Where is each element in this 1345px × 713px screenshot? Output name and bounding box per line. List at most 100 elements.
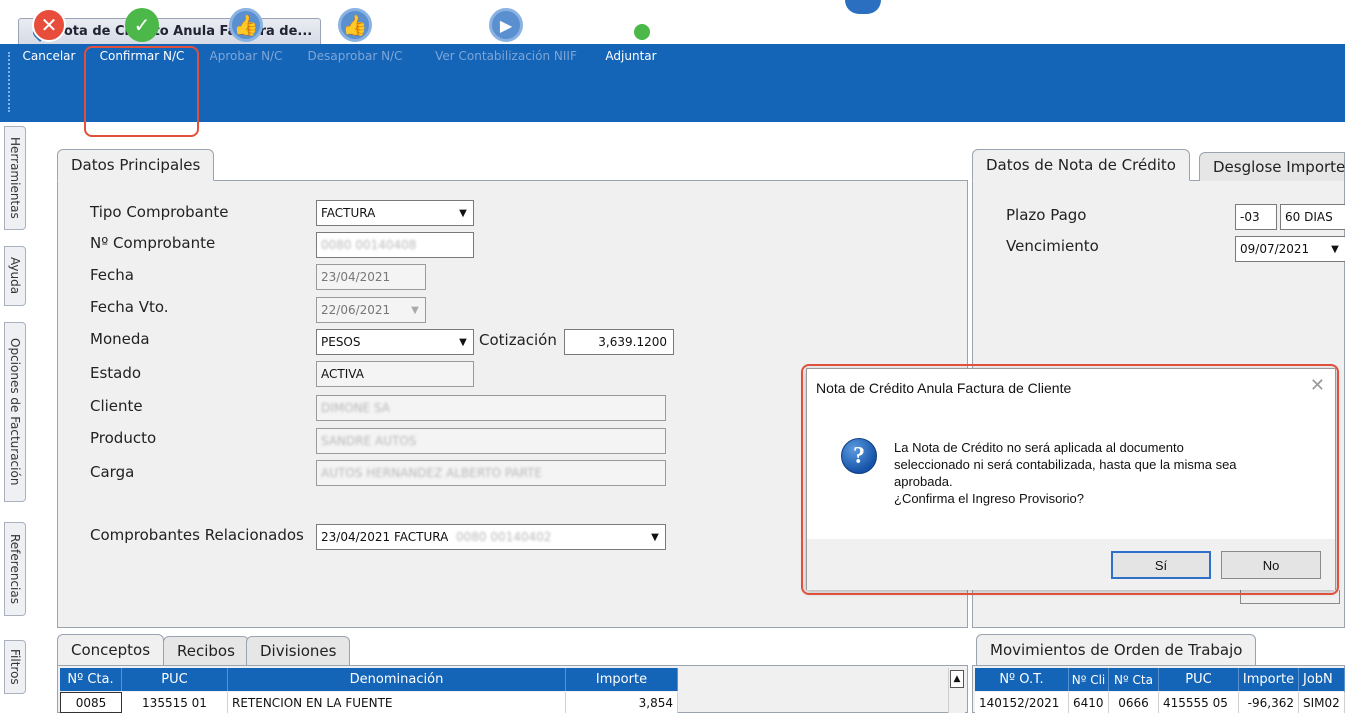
table-cell[interactable]: 415555 05	[1159, 692, 1239, 713]
play-icon: ▶	[489, 8, 523, 42]
approve-nc-label: Aprobar N/C	[209, 49, 283, 63]
tab-label: Datos de Nota de Crédito	[986, 156, 1176, 174]
table-cell[interactable]: 140152/2021	[975, 692, 1069, 713]
toolbar-grip[interactable]	[8, 52, 12, 112]
side-tab-herramientas[interactable]: Herramientas	[4, 126, 26, 230]
grid-scrollbar[interactable]: ▲	[948, 668, 965, 713]
field-value: PESOS	[321, 335, 361, 349]
tab-movimientos-orden-trabajo[interactable]: Movimientos de Orden de Trabajo	[976, 634, 1257, 666]
field-value: ACTIVA	[321, 367, 364, 381]
field-value: 23/04/2021 FACTURA	[321, 530, 449, 544]
producto-field: SANDRE AUTOS	[316, 428, 666, 454]
side-tab-label: Ayuda	[8, 257, 22, 295]
label-comprobantes-relacionados: Comprobantes Relacionados	[90, 526, 304, 544]
tab-label: Conceptos	[71, 641, 151, 659]
field-value: SANDRE AUTOS	[321, 434, 417, 448]
chevron-down-icon: ▼	[411, 304, 419, 316]
table-cell[interactable]: -96,362	[1239, 692, 1299, 713]
tab-datos-principales[interactable]: Datos Principales	[57, 149, 215, 181]
cancel-label: Cancelar	[22, 49, 76, 63]
field-value: 0080 00140408	[321, 238, 417, 252]
label-tipo-comprobante: Tipo Comprobante	[90, 203, 229, 221]
highlight-frame	[801, 364, 1339, 595]
nro-comprobante-field[interactable]: 0080 00140408	[316, 232, 474, 258]
side-tab-label: Herramientas	[8, 137, 22, 219]
scroll-up-icon[interactable]: ▲	[950, 670, 964, 688]
field-value: AUTOS HERNANDEZ ALBERTO PARTE	[321, 466, 542, 480]
disapprove-nc-label: Desaprobar N/C	[307, 49, 403, 63]
field-value: DIMONE SA	[321, 401, 390, 415]
table-cell[interactable]: RETENCION EN LA FUENTE	[228, 692, 566, 713]
side-tab-opciones-facturacion[interactable]: Opciones de Facturación	[4, 322, 26, 502]
decorative-shape	[845, 0, 881, 14]
table-cell[interactable]: 0666	[1109, 692, 1159, 713]
chevron-down-icon: ▼	[459, 207, 467, 219]
tipo-comprobante-select[interactable]: FACTURA ▼	[316, 200, 474, 226]
side-tab-filtros[interactable]: Filtros	[4, 640, 26, 694]
col-header-puc[interactable]: PUC	[122, 668, 228, 691]
cancel-button[interactable]: ✕ Cancelar	[14, 0, 84, 78]
attach-document-icon	[618, 8, 650, 42]
cotizacion-field[interactable]: 3,639.1200	[564, 329, 674, 355]
table-cell[interactable]: SIM02	[1299, 692, 1345, 713]
plazo-pago-code-field[interactable]: -03	[1235, 204, 1277, 230]
tab-label: Recibos	[177, 642, 235, 660]
side-tab-referencias[interactable]: Referencias	[4, 522, 26, 616]
label-plazo-pago: Plazo Pago	[1006, 206, 1087, 224]
cliente-field: DIMONE SA	[316, 395, 666, 421]
tab-desglose-importe[interactable]: Desglose Importe	[1199, 152, 1345, 181]
check-icon: ✓	[125, 8, 159, 42]
col-header-jobn[interactable]: JobN	[1299, 668, 1345, 691]
highlight-frame	[84, 46, 199, 137]
side-tab-label: Opciones de Facturación	[8, 338, 22, 486]
label-producto: Producto	[90, 429, 157, 447]
fecha-field: 23/04/2021	[316, 264, 426, 290]
label-vencimiento: Vencimiento	[1006, 237, 1099, 255]
attach-label: Adjuntar	[605, 49, 657, 63]
moneda-select[interactable]: PESOS ▼	[316, 329, 474, 355]
carga-field: AUTOS HERNANDEZ ALBERTO PARTE	[316, 460, 666, 486]
label-moneda: Moneda	[90, 330, 150, 348]
tab-recibos[interactable]: Recibos	[163, 636, 249, 665]
comprobantes-relacionados-select[interactable]: 23/04/2021 FACTURA 0080 00140402 ▼	[316, 524, 666, 550]
col-header-ot[interactable]: Nº O.T.	[975, 668, 1069, 691]
table-cell[interactable]: 3,854	[566, 692, 678, 713]
vencimiento-picker[interactable]: 09/07/2021 ▼	[1235, 236, 1345, 262]
field-value-blurred: 0080 00140402	[455, 530, 552, 544]
tab-label: Desglose Importe	[1213, 158, 1345, 176]
approve-nc-button[interactable]: 👍 Aprobar N/C	[200, 0, 292, 78]
cancel-icon: ✕	[32, 8, 66, 42]
col-header-importe[interactable]: Importe	[566, 668, 678, 691]
side-tab-label: Referencias	[8, 534, 22, 604]
field-value: 3,639.1200	[598, 335, 667, 349]
table-cell[interactable]: 135515 01	[122, 692, 228, 713]
thumbs-up-icon: 👍	[229, 8, 263, 42]
tab-label: Movimientos de Orden de Trabajo	[990, 641, 1243, 659]
col-header-cta[interactable]: Nº Cta.	[60, 668, 122, 691]
side-tab-ayuda[interactable]: Ayuda	[4, 246, 26, 306]
plazo-pago-field[interactable]: 60 DIAS	[1280, 204, 1345, 230]
field-value: 22/06/2021	[321, 303, 391, 317]
tab-divisiones[interactable]: Divisiones	[246, 636, 351, 665]
table-cell[interactable]: 0085	[60, 692, 122, 713]
view-accounting-niif-button[interactable]: ▶ Ver Contabilización NIIF	[420, 0, 592, 78]
disapprove-nc-button[interactable]: 👍 Desaprobar N/C	[296, 0, 414, 78]
side-tab-label: Filtros	[8, 649, 22, 685]
tab-conceptos[interactable]: Conceptos	[57, 634, 165, 666]
label-fecha-vto: Fecha Vto.	[90, 298, 169, 316]
attach-button[interactable]: Adjuntar	[598, 0, 664, 78]
table-cell[interactable]: 6410	[1069, 692, 1109, 713]
chevron-down-icon: ▼	[651, 531, 659, 543]
label-fecha: Fecha	[90, 266, 134, 284]
col-header-cli[interactable]: Nº Cli	[1069, 668, 1109, 691]
col-header-cta[interactable]: Nº Cta	[1109, 668, 1159, 691]
label-nro-comprobante: Nº Comprobante	[90, 234, 216, 252]
tab-label: Divisiones	[260, 642, 337, 660]
estado-field: ACTIVA	[316, 361, 474, 387]
tab-datos-nota-credito[interactable]: Datos de Nota de Crédito	[972, 149, 1190, 181]
fecha-vto-picker: 22/06/2021 ▼	[316, 297, 426, 323]
col-header-importe[interactable]: Importe	[1239, 668, 1299, 691]
col-header-puc[interactable]: PUC	[1159, 668, 1239, 691]
field-value: 09/07/2021	[1240, 242, 1310, 256]
col-header-denominacion[interactable]: Denominación	[228, 668, 566, 691]
